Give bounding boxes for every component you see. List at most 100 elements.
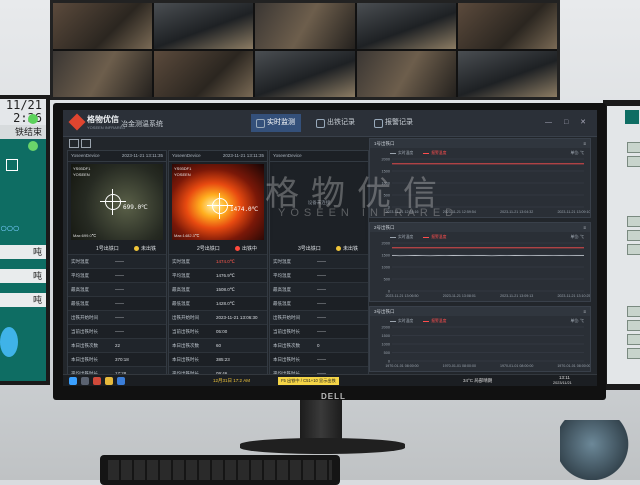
thermal-image[interactable]: YS93DF1 YOSEEN 1474.0℃ Max:1482.3℃	[172, 164, 264, 240]
camera-feed	[53, 3, 152, 49]
weather-text[interactable]: 34°C 局部晴朗	[463, 378, 492, 384]
notify-banner[interactable]: F5 出铁中 / C51+10 显示出铁	[278, 377, 339, 385]
clock-date[interactable]: 2023/11/21	[553, 381, 572, 385]
device-time: 2023-11-21 13:11:35	[223, 151, 264, 161]
app-icon[interactable]	[93, 377, 101, 385]
thermal-temp-reading: 699.0℃	[123, 204, 148, 211]
stat-value: 385:23	[216, 357, 267, 362]
stat-value: 1474.0℃	[216, 259, 267, 265]
status-text: 未出铁	[141, 245, 156, 252]
monitor-icon	[256, 119, 265, 128]
panel-header: YoseenDevice	[270, 151, 368, 162]
taskbar: 12月31日 17:2 AM F5 出铁中 / C51+10 显示出铁 34°C…	[63, 374, 597, 386]
thermal-camera-name: YS93DF1	[73, 166, 90, 171]
search-icon[interactable]	[81, 377, 89, 385]
stat-row: 最高温度——	[68, 282, 166, 296]
stat-value: ——	[115, 273, 166, 278]
x-tick-label: 2023-11-21 13:08:01	[443, 294, 476, 298]
stat-label: 出铁开始时间	[270, 315, 317, 321]
tab-realtime-monitor[interactable]: 实时监测	[251, 114, 301, 132]
logo-icon	[625, 110, 639, 124]
browser-icon[interactable]	[117, 377, 125, 385]
stat-label: 本日出铁次数	[270, 343, 317, 349]
device-time: 2023-11-21 13:11:35	[122, 151, 163, 161]
brand-name: 格物优信	[87, 114, 119, 125]
status-text: 出铁中	[242, 245, 257, 252]
layout-icon[interactable]	[81, 139, 91, 148]
stat-value: ——	[317, 357, 368, 362]
stat-label: 本日出铁次数	[68, 343, 115, 349]
panel-header: YoseenDevice 2023-11-21 13:11:35	[169, 151, 267, 162]
stat-value: ——	[317, 301, 368, 306]
thermal-image[interactable]: YS93DF1 YOSEEN 699.0℃ Max:699.0℃	[71, 164, 163, 240]
camera-wall	[50, 0, 560, 100]
device-name: YoseenDevice	[71, 151, 100, 161]
thermal-camera-brand: YOSEEN	[174, 172, 191, 177]
window-controls[interactable]: — □ ✕	[545, 118, 591, 126]
x-tick-label: 2023-11-21 13:10:25	[557, 294, 590, 298]
tab-alarm-records[interactable]: 报警记录	[369, 114, 419, 132]
stat-value: ——	[115, 315, 166, 320]
stat-value: 2023-11-21 13:06:30	[216, 315, 267, 320]
camera-feed	[154, 51, 253, 97]
x-tick-label: 2023-11-21 13:06:50	[385, 294, 418, 298]
stat-row: 最低温度1428.0℃	[169, 296, 267, 310]
status-lamp-icon	[28, 114, 38, 124]
stat-value: ——	[115, 301, 166, 306]
stat-label: 最低温度	[270, 301, 317, 307]
stat-row: 最低温度——	[68, 296, 166, 310]
clock-time[interactable]: 13:11	[559, 375, 570, 380]
stat-label: 当前出铁时长	[68, 329, 115, 335]
stat-row: 实时温度1474.0℃	[169, 254, 267, 268]
y-tick-label: 1500	[382, 254, 390, 258]
stat-value: ——	[317, 259, 368, 264]
stat-label: 最高温度	[169, 287, 216, 293]
x-tick-label: 1970-01-01 08:00:00	[500, 364, 533, 368]
panel-title-row: 3号出铁口 未出铁	[270, 242, 368, 254]
stat-row: 实时温度——	[68, 254, 166, 268]
camera-feed	[255, 51, 354, 97]
x-tick-label: 2023-11-21 13:09:10	[557, 210, 590, 214]
stat-row: 平均温度——	[270, 268, 368, 282]
stat-row: 本日出铁时长——	[270, 352, 368, 366]
panel-stats: 实时温度——平均温度——最高温度——最低温度——出铁开始时间——当前出铁时长——…	[68, 254, 166, 386]
stat-row: 本日出铁时长370:18	[68, 352, 166, 366]
status-text: 未出铁	[343, 245, 358, 252]
stat-row: 实时温度——	[270, 254, 368, 268]
status-tag	[627, 230, 640, 241]
y-tick-label: 2000	[382, 158, 390, 162]
stat-label: 最高温度	[270, 287, 317, 293]
status-dot-icon	[235, 246, 240, 251]
stat-row: 当前出铁时长05:00	[169, 324, 267, 338]
y-tick-label: 500	[384, 351, 390, 355]
taphole-title: 1号出铁口	[96, 245, 119, 252]
right-monitor-screen	[607, 106, 640, 384]
app-header: 格物优信 YOSEEN INFRARED 冶金测温系统 实时监测 出铁记录 报警…	[63, 110, 597, 137]
camera-feed	[357, 51, 456, 97]
capture-icon[interactable]	[69, 139, 79, 148]
stat-label: 当前出铁时长	[270, 329, 317, 335]
x-tick-label: 2023-11-21 13:04:32	[500, 210, 533, 214]
notify-time: 12月31日 17:2 AM	[213, 378, 250, 384]
folder-icon[interactable]	[105, 377, 113, 385]
tab-label: 实时监测	[267, 119, 295, 126]
start-icon[interactable]	[69, 377, 77, 385]
device-panel-1: YoseenDevice 2023-11-21 13:11:35 YS93DF1…	[67, 150, 167, 376]
camera-feed	[458, 51, 557, 97]
thermal-camera-name: YS93DF1	[174, 166, 191, 171]
taphole-status: 未出铁	[336, 245, 358, 252]
stat-label: 本日出铁时长	[68, 357, 115, 363]
stat-value: 1508.0℃	[216, 287, 267, 293]
stat-row: 平均温度1476.9℃	[169, 268, 267, 282]
status-tag	[627, 142, 640, 153]
y-tick-label: 1000	[382, 266, 390, 270]
tab-tapping-records[interactable]: 出铁记录	[311, 114, 361, 132]
stat-label: 出铁开始时间	[68, 315, 115, 321]
stat-value: 05:00	[216, 329, 267, 334]
stat-label: 平均温度	[270, 273, 317, 279]
stat-label: 最低温度	[68, 301, 115, 307]
stat-label: 平均温度	[68, 273, 115, 279]
stat-value: 60	[216, 343, 267, 348]
stat-row: 平均温度——	[68, 268, 166, 282]
thermal-camera-brand: YOSEEN	[73, 172, 90, 177]
